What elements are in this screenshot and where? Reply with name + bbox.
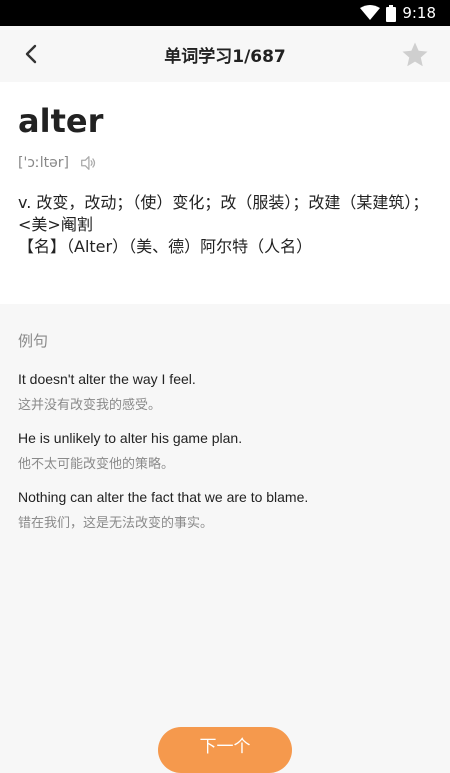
example-english: Nothing can alter the fact that we are t… [18, 489, 309, 505]
headword: alter [18, 102, 104, 140]
status-icons: 9:18 [360, 4, 436, 22]
definition: v. 改变，改动；（使）变化；改（服装）；改建（某建筑）；<美>阉割 【名】（A… [18, 192, 436, 258]
example-item: Nothing can alter the fact that we are t… [18, 488, 438, 533]
example-item: He is unlikely to alter his game plan. 他… [18, 429, 438, 474]
status-time: 9:18 [402, 4, 436, 22]
phonetic-row: ['ɔːltər] [18, 154, 97, 172]
page-title: 单词学习1/687 [164, 47, 286, 67]
battery-icon [386, 4, 397, 22]
definition-line: v. 改变，改动；（使）变化；改（服装）；改建（某建筑）；<美>阉割 [18, 193, 429, 234]
favorite-button[interactable] [400, 40, 430, 70]
wifi-icon [360, 5, 381, 20]
phonetic: ['ɔːltər] [18, 155, 69, 171]
example-english: It doesn't alter the way I feel. [18, 371, 196, 387]
example-english: He is unlikely to alter his game plan. [18, 430, 243, 446]
example-chinese: 他不太可能改变他的策略。 [18, 457, 175, 472]
status-bar: 9:18 [0, 0, 450, 26]
example-chinese: 这并没有改变我的感受。 [18, 398, 162, 413]
star-icon [402, 42, 428, 67]
examples-heading: 例句 [18, 332, 49, 350]
word-card: alter ['ɔːltər] v. 改变，改动；（使）变化；改（服装）；改建（… [0, 82, 450, 304]
example-item: It doesn't alter the way I feel. 这并没有改变我… [18, 370, 438, 415]
definition-line: 【名】（Alter）（美、德）阿尔特（人名） [18, 237, 313, 256]
examples-section: 例句 It doesn't alter the way I feel. 这并没有… [0, 304, 450, 748]
speaker-icon[interactable] [79, 154, 97, 172]
example-chinese: 错在我们，这是无法改变的事实。 [18, 516, 214, 531]
next-word-button[interactable]: 下一个 [158, 727, 292, 773]
top-bar: 单词学习1/687 [0, 26, 450, 82]
